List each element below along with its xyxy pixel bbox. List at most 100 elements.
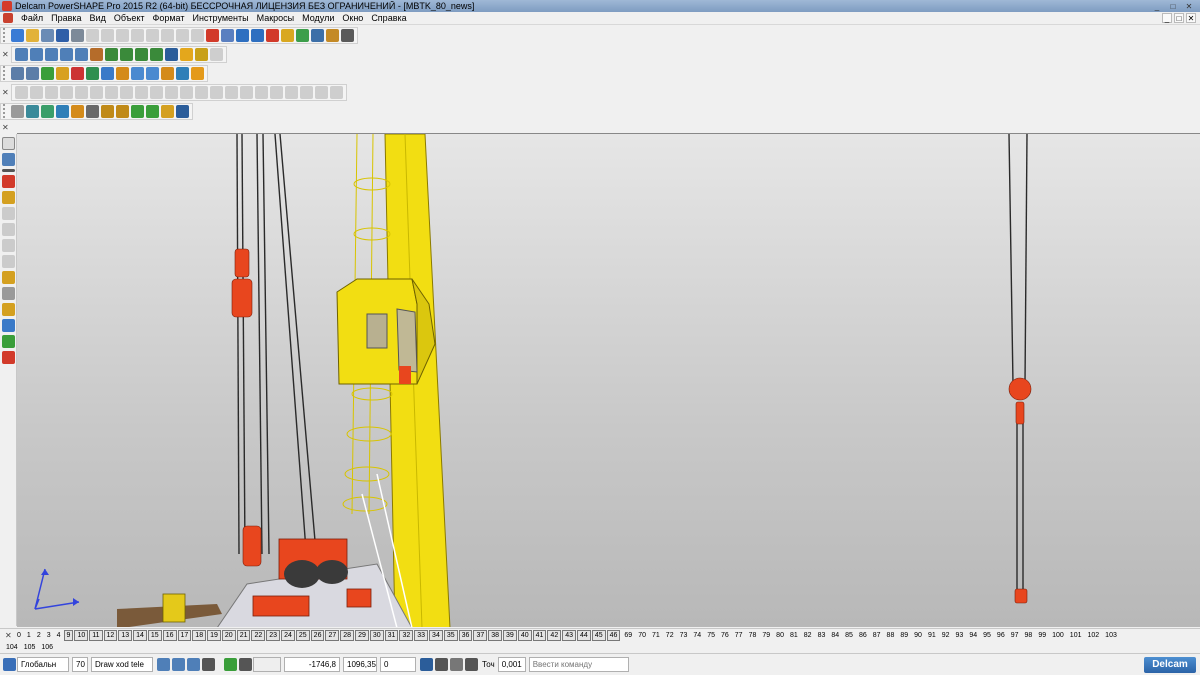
- workplane-select[interactable]: Глобальн: [17, 657, 69, 672]
- cone-icon[interactable]: [86, 66, 99, 80]
- level-button-30[interactable]: 30: [369, 629, 384, 641]
- electrode-tool-icon[interactable]: [2, 351, 15, 364]
- curve-tool-icon[interactable]: [2, 191, 15, 204]
- filter2-icon[interactable]: [172, 658, 185, 671]
- solid-icon[interactable]: [296, 28, 309, 42]
- open-folder-icon[interactable]: [26, 28, 39, 42]
- sheet-icon[interactable]: [26, 66, 39, 80]
- menu-view[interactable]: Вид: [86, 13, 110, 23]
- tool10-icon[interactable]: [150, 85, 163, 99]
- mesh-tool-icon[interactable]: [2, 287, 15, 300]
- explode-icon[interactable]: [161, 104, 174, 118]
- disabled-tool-3-icon[interactable]: [2, 239, 15, 252]
- filter3-icon[interactable]: [187, 658, 200, 671]
- close-icon[interactable]: ✕: [5, 631, 12, 640]
- line-tool-icon[interactable]: [2, 169, 15, 172]
- delete-icon[interactable]: [146, 28, 159, 42]
- level-button-106[interactable]: 106: [38, 643, 56, 652]
- level-button-73[interactable]: 73: [677, 631, 691, 640]
- doc-minimize-button[interactable]: _: [1162, 13, 1172, 23]
- level-button-36[interactable]: 36: [458, 629, 473, 641]
- tool16-icon[interactable]: [240, 85, 253, 99]
- level-button-101[interactable]: 101: [1067, 631, 1085, 640]
- level-button-89[interactable]: 89: [897, 631, 911, 640]
- tolerance-icon[interactable]: [465, 658, 478, 671]
- toolbar-grip[interactable]: [3, 104, 8, 118]
- arrow-icon[interactable]: [101, 66, 114, 80]
- level-button-22[interactable]: 22: [251, 629, 266, 641]
- close-icon[interactable]: ✕: [2, 88, 9, 97]
- view-iso2-icon[interactable]: [75, 47, 88, 61]
- level-button-19[interactable]: 19: [207, 629, 221, 641]
- level-button-104[interactable]: 104: [3, 643, 21, 652]
- menu-format[interactable]: Формат: [149, 13, 189, 23]
- zoom-in-icon[interactable]: [120, 47, 133, 61]
- level-button-26[interactable]: 26: [310, 629, 325, 641]
- level-button-81[interactable]: 81: [787, 631, 801, 640]
- menu-tools[interactable]: Инструменты: [188, 13, 252, 23]
- pattern-icon[interactable]: [101, 104, 114, 118]
- dimension-tool-icon[interactable]: [2, 303, 15, 316]
- level-button-96[interactable]: 96: [994, 631, 1008, 640]
- save-icon[interactable]: [56, 28, 69, 42]
- align-icon[interactable]: [146, 104, 159, 118]
- level-button-1[interactable]: 1: [24, 631, 34, 640]
- level-button-15[interactable]: 15: [147, 629, 162, 641]
- toolbar-grip[interactable]: [3, 28, 8, 42]
- level-button-45[interactable]: 45: [591, 629, 606, 641]
- tool21-icon[interactable]: [315, 85, 328, 99]
- cube-icon[interactable]: [131, 66, 144, 80]
- level-button-3[interactable]: 3: [44, 631, 54, 640]
- zoom-box-icon[interactable]: [150, 47, 163, 61]
- level-button-78[interactable]: 78: [746, 631, 760, 640]
- paste-icon[interactable]: [116, 28, 129, 42]
- level-button-80[interactable]: 80: [773, 631, 787, 640]
- tool9-icon[interactable]: [135, 85, 148, 99]
- mate-icon[interactable]: [131, 104, 144, 118]
- level-button-41[interactable]: 41: [532, 629, 547, 641]
- transform-icon[interactable]: [191, 66, 204, 80]
- solid-tool-icon[interactable]: [2, 319, 15, 332]
- redo-icon[interactable]: [176, 28, 189, 42]
- level-button-79[interactable]: 79: [759, 631, 773, 640]
- level-button-10[interactable]: 10: [74, 629, 89, 641]
- level-button-12[interactable]: 12: [103, 629, 118, 641]
- close-button[interactable]: ✕: [1182, 2, 1196, 11]
- level-button-97[interactable]: 97: [1008, 631, 1022, 640]
- level-button-98[interactable]: 98: [1022, 631, 1036, 640]
- level-button-13[interactable]: 13: [118, 629, 133, 641]
- surface-icon[interactable]: [281, 28, 294, 42]
- level-button-88[interactable]: 88: [884, 631, 898, 640]
- zoom-icon[interactable]: [105, 47, 118, 61]
- level-button-34[interactable]: 34: [429, 629, 443, 641]
- level-button-87[interactable]: 87: [870, 631, 884, 640]
- command-input[interactable]: [528, 657, 629, 672]
- level-button-42[interactable]: 42: [547, 629, 562, 641]
- level-button-4[interactable]: 4: [54, 631, 64, 640]
- part-icon[interactable]: [41, 104, 54, 118]
- level-button-29[interactable]: 29: [355, 629, 369, 641]
- new-file-icon[interactable]: [11, 28, 24, 42]
- doc-icon[interactable]: [11, 66, 24, 80]
- menu-object[interactable]: Объект: [110, 13, 149, 23]
- toolbar-grip[interactable]: [3, 66, 8, 80]
- level-button-32[interactable]: 32: [399, 629, 414, 641]
- level-number-field[interactable]: 70: [72, 657, 88, 672]
- tool14-icon[interactable]: [210, 85, 223, 99]
- level-button-25[interactable]: 25: [295, 629, 310, 641]
- delcam-logo[interactable]: Delcam: [1144, 657, 1196, 673]
- level-button-16[interactable]: 16: [162, 629, 177, 641]
- level-button-69[interactable]: 69: [621, 631, 635, 640]
- snap-icon[interactable]: [224, 658, 237, 671]
- solid-box-icon[interactable]: [146, 66, 159, 80]
- view-top-icon[interactable]: [15, 47, 28, 61]
- curve-icon[interactable]: [251, 28, 264, 42]
- level-button-31[interactable]: 31: [384, 629, 399, 641]
- level-button-70[interactable]: 70: [635, 631, 649, 640]
- instance-icon[interactable]: [86, 104, 99, 118]
- level-button-82[interactable]: 82: [801, 631, 815, 640]
- level-button-93[interactable]: 93: [953, 631, 967, 640]
- arc-icon[interactable]: [221, 28, 234, 42]
- workplane-toggle-icon[interactable]: [450, 658, 463, 671]
- level-button-94[interactable]: 94: [966, 631, 980, 640]
